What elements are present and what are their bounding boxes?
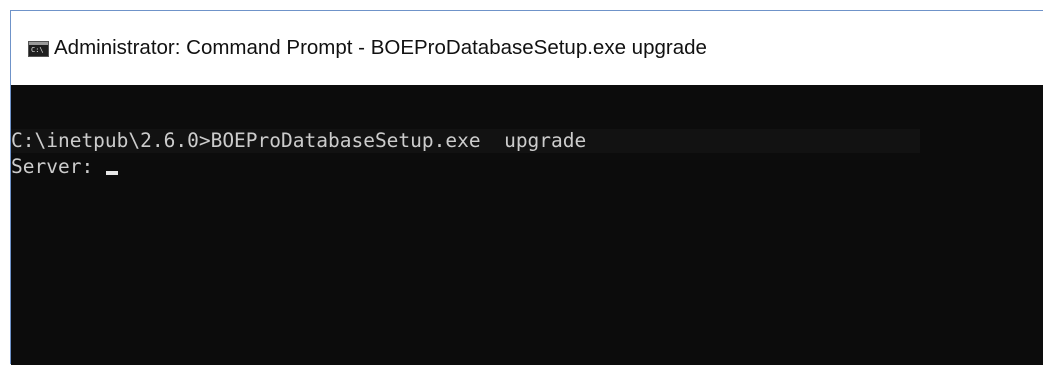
window-title: Administrator: Command Prompt - BOEProDa… bbox=[54, 36, 707, 59]
console-line-prompt[interactable]: Server: bbox=[11, 155, 118, 179]
server-prompt: Server: bbox=[11, 155, 105, 178]
cmd-icon: C:\ bbox=[28, 41, 49, 57]
command-prompt-window[interactable]: C:\ Administrator: Command Prompt - BOEP… bbox=[10, 10, 1043, 365]
console-line-command: C:\inetpub\2.6.0>BOEProDatabaseSetup.exe… bbox=[11, 129, 920, 153]
title-bar[interactable]: C:\ Administrator: Command Prompt - BOEP… bbox=[11, 11, 1043, 85]
text-cursor bbox=[105, 171, 118, 175]
console-output[interactable]: C:\inetpub\2.6.0>BOEProDatabaseSetup.exe… bbox=[11, 85, 1043, 365]
